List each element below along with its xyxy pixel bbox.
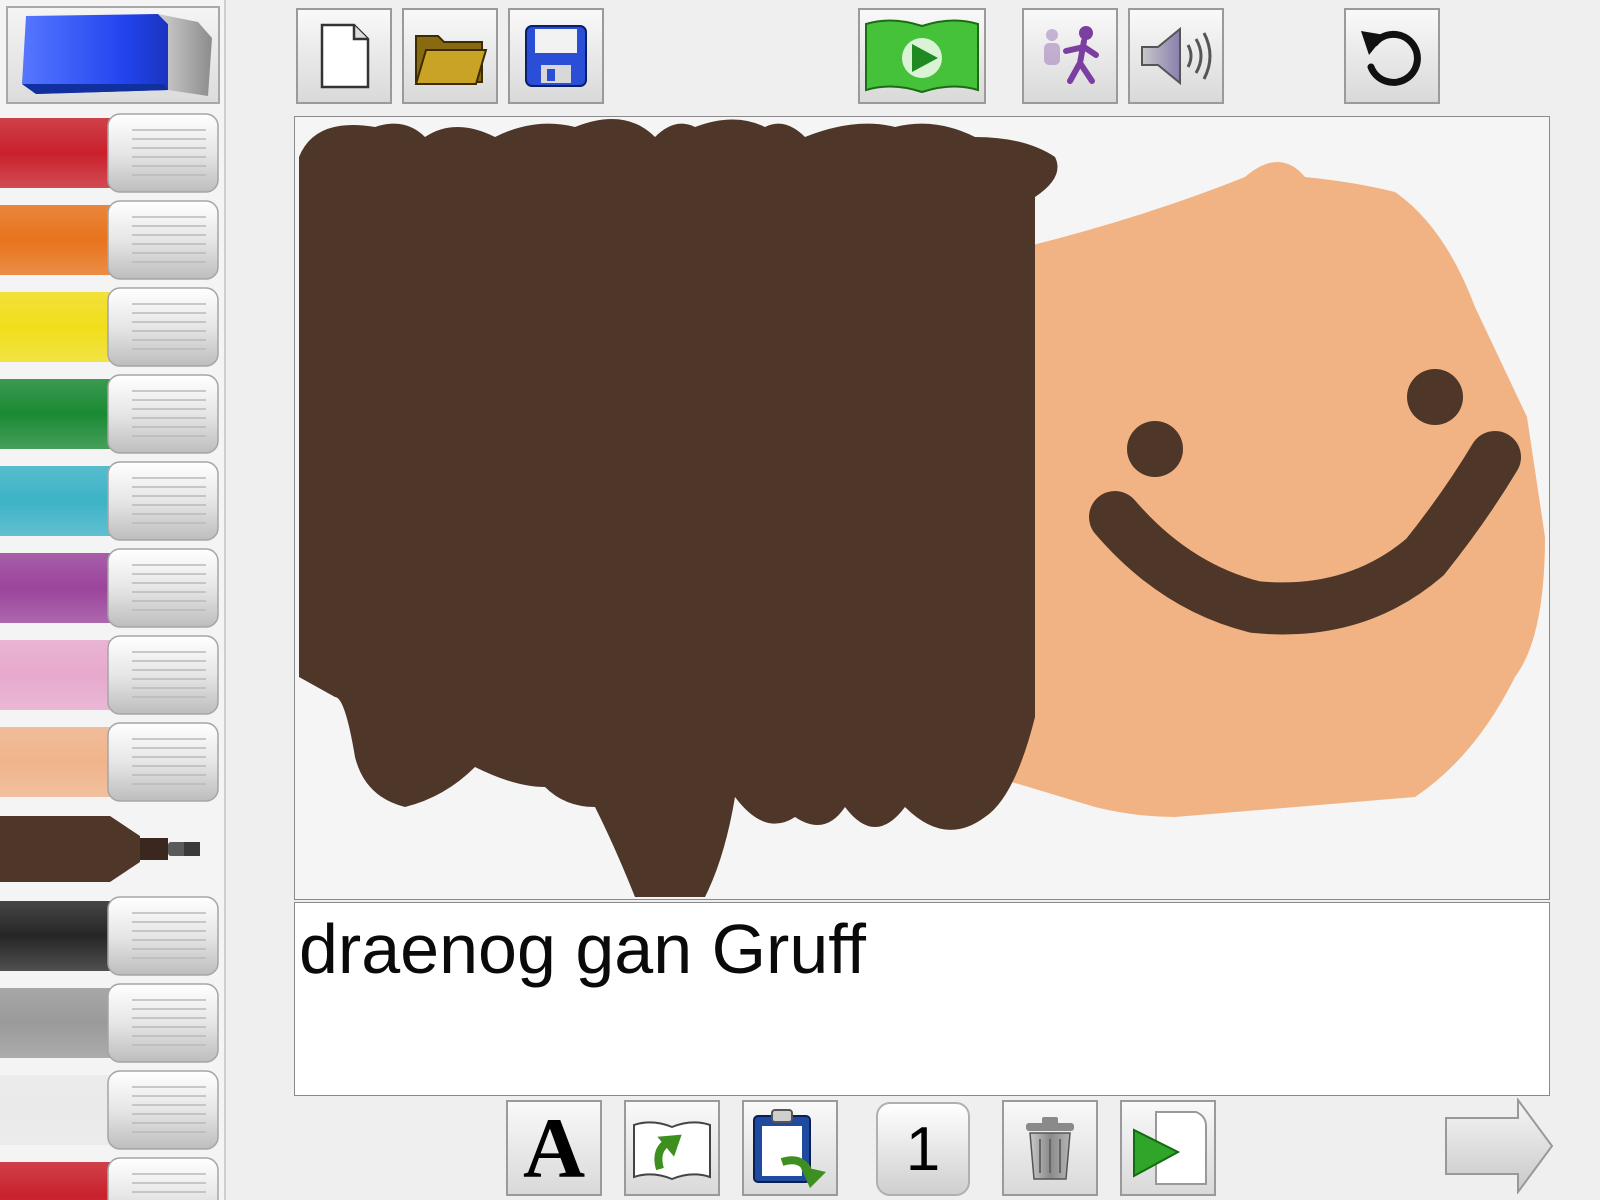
marker-white[interactable]: [0, 1069, 224, 1151]
font-icon: A: [522, 1100, 586, 1196]
next-page-button[interactable]: [1444, 1098, 1554, 1194]
animation-button[interactable]: [1022, 8, 1118, 104]
marker-red[interactable]: [0, 112, 224, 194]
sound-button[interactable]: [1128, 8, 1224, 104]
drawing-canvas[interactable]: [294, 116, 1550, 900]
marker-orange[interactable]: [0, 199, 224, 281]
running-figure-icon: [1044, 26, 1099, 84]
marker-black[interactable]: [0, 895, 224, 977]
blank-page-icon: [320, 23, 370, 89]
marker-peach[interactable]: [0, 721, 224, 803]
marker-pink[interactable]: [0, 634, 224, 716]
speaker-icon: [1141, 26, 1212, 86]
new-page-button[interactable]: [296, 8, 392, 104]
marker-brown[interactable]: [0, 808, 224, 890]
book-arrow-icon: [633, 1121, 711, 1181]
open-button[interactable]: [402, 8, 498, 104]
marker-cyan[interactable]: [0, 460, 224, 542]
save-button[interactable]: [508, 8, 604, 104]
eraser-button[interactable]: [6, 6, 220, 104]
play-page-icon: [1133, 1111, 1207, 1185]
trash-icon: [1026, 1117, 1074, 1180]
page-number-indicator: 1: [876, 1102, 970, 1196]
marker-green[interactable]: [0, 373, 224, 455]
import-page-button[interactable]: [624, 1100, 720, 1196]
play-book-button[interactable]: [858, 8, 986, 104]
marker-red-2[interactable]: [0, 1156, 224, 1200]
play-book-icon: [865, 19, 979, 94]
caption-box[interactable]: draenog gan Gruff: [294, 902, 1550, 1096]
folder-icon: [414, 35, 488, 85]
color-palette: [0, 0, 226, 1200]
font-button[interactable]: A: [506, 1100, 602, 1196]
delete-button[interactable]: [1002, 1100, 1098, 1196]
marker-yellow[interactable]: [0, 286, 224, 368]
clipboard-icon: [753, 1109, 826, 1188]
play-page-button[interactable]: [1120, 1100, 1216, 1196]
eraser-icon: [22, 14, 212, 96]
caption-text[interactable]: draenog gan Gruff: [299, 907, 866, 991]
undo-icon: [1361, 30, 1421, 86]
floppy-disk-icon: [525, 25, 587, 87]
marker-gray[interactable]: [0, 982, 224, 1064]
marker-purple[interactable]: [0, 547, 224, 629]
paste-button[interactable]: [742, 1100, 838, 1196]
undo-button[interactable]: [1344, 8, 1440, 104]
drawing-artwork: [299, 119, 1545, 897]
right-arrow-icon: [1445, 1098, 1554, 1194]
